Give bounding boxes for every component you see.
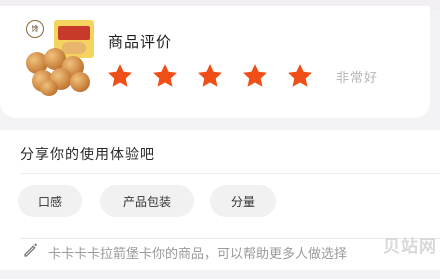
nut-image: [70, 72, 90, 92]
tag-portion[interactable]: 分量: [210, 185, 276, 217]
review-textarea[interactable]: 卡卡卡卡拉箭堡卡你的商品，可以帮助更多人做选择: [20, 238, 440, 279]
rating-title: 商品评价: [108, 33, 173, 51]
review-placeholder: 卡卡卡卡拉箭堡卡你的商品，可以帮助更多人做选择: [48, 247, 348, 262]
divider: [20, 173, 440, 174]
package-label: [58, 26, 90, 40]
share-experience-card: 分享你的使用体验吧 口感 产品包装 分量 卡卡卡卡拉箭堡卡你的商品，可以帮助更多…: [0, 130, 440, 270]
star-icon[interactable]: [286, 62, 314, 90]
share-title: 分享你的使用体验吧: [20, 147, 155, 163]
site-watermark: 贝站网: [383, 237, 437, 257]
star-icon[interactable]: [196, 62, 224, 90]
nut-image: [40, 80, 58, 96]
tag-taste[interactable]: 口感: [18, 185, 82, 217]
rating-text: 非常好: [336, 71, 379, 86]
star-rating[interactable]: [106, 62, 314, 92]
star-icon[interactable]: [241, 62, 269, 90]
product-thumbnail[interactable]: 馋: [24, 18, 96, 96]
brand-logo: 馋: [26, 20, 44, 38]
pencil-icon: [22, 241, 40, 259]
package-window: [62, 42, 86, 54]
star-icon[interactable]: [151, 62, 179, 90]
star-icon[interactable]: [106, 62, 134, 90]
product-rating-card: 馋 商品评价 非常好: [0, 6, 430, 118]
tag-packaging[interactable]: 产品包装: [100, 185, 194, 217]
